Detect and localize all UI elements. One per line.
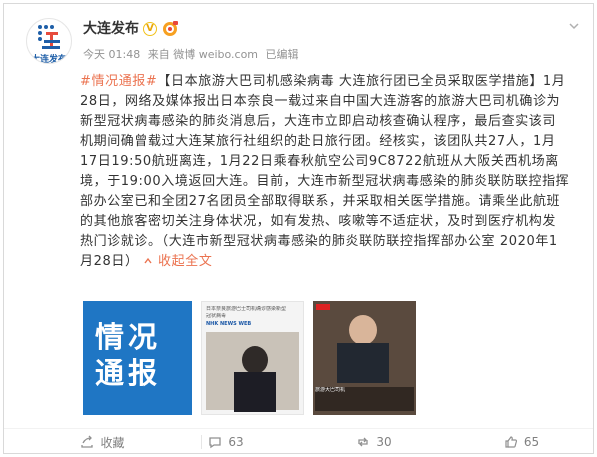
post-line-10: 月28日） 收起全文: [80, 252, 588, 272]
image2-headline-2: 冠状病毒: [206, 313, 227, 319]
post-line-6: 境，于19:00入境返回大连。目前，大连市新型冠状病毒感染的肺炎联防联控指挥: [80, 174, 570, 189]
post-line-1: #情况通报#【日本旅游大巴司机感染病毒 大连旅行团已全员采取医学措施】1月: [80, 72, 588, 92]
share-icon: [81, 435, 94, 448]
post-line-10-text: 月28日）: [80, 254, 139, 269]
post-content: #情况通报#【日本旅游大巴司机感染病毒 大连旅行团已全员采取医学措施】1月 28…: [80, 72, 588, 272]
avatar-label: 大连发布: [30, 55, 67, 64]
post-image-3[interactable]: 旅游大巴司机: [313, 301, 416, 415]
post-time[interactable]: 今天 01:48: [83, 48, 140, 61]
avatar[interactable]: 大连发布: [26, 18, 72, 64]
image3-person-body: [337, 343, 389, 383]
vip-membership-icon: [163, 21, 178, 36]
post-line-5: 17日19:50航班离连，1月22日乘春秋航空公司9C8722航班从大阪关西机场…: [80, 154, 559, 169]
post-line-2: 28日，网络及媒体报出日本奈良一载过来自中国大连游客的旅游大巴司机确诊为: [80, 94, 561, 109]
post-source[interactable]: 来自 微博 weibo.com: [148, 48, 258, 61]
image2-headline-1: 日本奈良旅游巴士司机确诊感染新型: [206, 306, 287, 312]
repost-icon: [358, 437, 369, 447]
post-image-1[interactable]: 情况 通报: [83, 301, 192, 415]
chevron-down-icon[interactable]: [567, 19, 581, 33]
author-name[interactable]: 大连发布: [83, 20, 139, 38]
like-button[interactable]: 65: [448, 429, 595, 455]
post-line-7: 部办公室已和全团27名团员全部取得联系，并采取相关医学措施。请乘坐此航班: [80, 194, 561, 209]
like-count: 65: [523, 435, 540, 449]
collapse-label: 收起全文: [158, 254, 213, 269]
post-line-1-text: 【日本旅游大巴司机感染病毒 大连旅行团已全员采取医学措施】1月: [157, 74, 566, 89]
image2-photo: [206, 332, 299, 412]
post-line-3: 新型冠状病毒感染的肺炎消息后，大连市立即启动核查确认程序，最后查实该司: [80, 114, 557, 129]
post-line-8: 的其他旅客密切关注身体状况，如有发热、咳嗽等不适症状，及时到医疗机构发: [80, 214, 557, 229]
image1-title: 情况 通报: [95, 319, 161, 391]
comment-button[interactable]: 63: [152, 429, 300, 455]
post-line-4: 机期间确曾载过大连某旅行社组织的赴日旅行团。经核实，该团队共27人，1月: [80, 134, 556, 149]
verified-badge-icon: V: [143, 22, 157, 36]
hashtag-link[interactable]: #情况通报#: [80, 74, 157, 89]
weibo-post-card: 大连发布 大连发布 V 今天 01:48 来自 微博 weibo.com 已编辑…: [3, 3, 594, 454]
repost-count: 30: [376, 435, 392, 449]
image2-person-body: [234, 372, 276, 412]
image3-person: [349, 315, 377, 345]
comment-count: 63: [228, 435, 244, 449]
post-image-2[interactable]: 日本奈良旅游巴士司机确诊感染新型 冠状病毒 NHK NEWS WEB: [201, 301, 304, 415]
image1-title-line2: 通报: [95, 356, 162, 390]
image2-person: [242, 346, 268, 374]
image1-title-line1: 情况: [95, 320, 162, 354]
collapse-link[interactable]: 收起全文: [143, 254, 212, 269]
favorite-label: 收藏: [100, 435, 125, 450]
image3-caption: 旅游大巴司机: [315, 387, 414, 411]
post-meta: 今天 01:48 来自 微博 weibo.com 已编辑: [83, 48, 303, 62]
image3-live-badge: [316, 304, 330, 310]
post-line-9: 热门诊就诊。（大连市新型冠状病毒感染的肺炎联防联控指挥部办公室 2020年1: [80, 234, 558, 249]
thumbs-up-icon: [505, 436, 517, 448]
dalian-logo-icon: [38, 25, 60, 49]
comment-icon: [209, 437, 222, 449]
image2-source: NHK NEWS WEB: [206, 321, 252, 327]
edited-label[interactable]: 已编辑: [266, 48, 299, 61]
collapse-arrow-icon: [144, 257, 152, 264]
repost-button[interactable]: 30: [300, 429, 448, 455]
